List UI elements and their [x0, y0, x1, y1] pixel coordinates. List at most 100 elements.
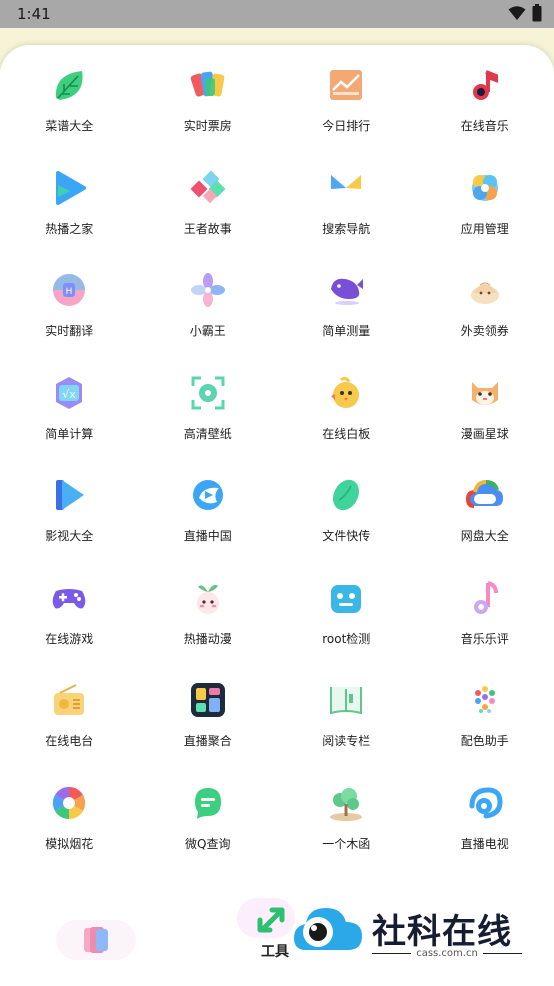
app-tile[interactable]: 简单测量	[277, 271, 416, 374]
cloud-icon	[465, 476, 504, 514]
app-tile-label: 简单计算	[45, 426, 94, 441]
app-tile[interactable]: 在线游戏	[0, 579, 139, 682]
app-tile[interactable]: 热播之家	[0, 169, 139, 272]
music-note-pink-icon	[466, 579, 504, 617]
app-tile[interactable]: 应用管理	[416, 169, 554, 272]
tools-arrows-icon[interactable]	[256, 902, 288, 936]
watermark-subtitle: cass.com.cn	[372, 948, 523, 959]
app-tile[interactable]: 网盘大全	[416, 476, 554, 579]
app-tile[interactable]: 直播聚合	[139, 681, 278, 784]
diamonds-icon	[189, 169, 227, 207]
robot-icon	[327, 579, 365, 617]
app-tile[interactable]: 高清壁纸	[139, 374, 278, 477]
watermark: 社科在线 cass.com.cn	[292, 900, 542, 970]
app-tile-label: 配色助手	[460, 734, 509, 748]
app-tile[interactable]: root检测	[277, 579, 416, 682]
app-tile[interactable]: 一个木函	[277, 784, 416, 887]
app-tile-label: 外卖领券	[460, 324, 509, 338]
cat-icon	[466, 374, 504, 412]
app-tile-label: 今日排行	[322, 119, 371, 133]
gear-flower-icon	[466, 169, 504, 207]
app-tile[interactable]: 菜谱大全	[0, 66, 139, 169]
chat-bubble-icon	[189, 784, 227, 822]
app-tile[interactable]: √x 简单计算	[0, 374, 139, 477]
palette-dots-icon	[466, 681, 504, 719]
dumpling-icon	[466, 271, 504, 309]
app-tile[interactable]: 阅读专栏	[277, 681, 416, 784]
app-tile-label: 菜谱大全	[45, 119, 94, 133]
app-tile[interactable]: 今日排行	[277, 66, 416, 169]
app-tile-label: 王者故事	[183, 221, 232, 236]
app-tile-label: 直播聚合	[183, 734, 232, 748]
status-bar: 1:41	[0, 0, 554, 28]
sqrt-calc-icon: √x	[50, 374, 88, 412]
app-tile-label: 实时翻译	[45, 324, 94, 338]
app-tile-label: 网盘大全	[460, 529, 509, 543]
app-tile[interactable]: 文件快传	[277, 476, 416, 579]
app-tile[interactable]: 直播中国	[139, 476, 278, 579]
aperture-icon	[50, 784, 88, 822]
app-tile[interactable]: 实时票房	[139, 66, 278, 169]
gamepad-icon	[50, 579, 88, 617]
app-tile-label: 音乐乐评	[460, 631, 509, 646]
svg-text:√x: √x	[62, 388, 76, 401]
app-tile[interactable]: 影视大全	[0, 476, 139, 579]
app-tile-label: 模拟烟花	[45, 836, 94, 851]
watermark-url: cass.com.cn	[416, 948, 478, 959]
app-tile[interactable]: 小霸王	[139, 271, 278, 374]
nav-home-button[interactable]	[56, 920, 136, 960]
status-icons	[508, 4, 542, 22]
app-tile-label: 漫画星球	[460, 426, 509, 441]
app-tile[interactable]: 直播电视	[416, 784, 554, 887]
app-tile[interactable]: 在线电台	[0, 681, 139, 784]
status-time: 1:41	[17, 5, 51, 23]
app-tile-label: 简单测量	[322, 324, 371, 338]
whale-icon	[327, 271, 365, 309]
cards-stack-icon	[84, 927, 108, 953]
pinwheel-icon	[189, 271, 227, 309]
swirl-icon	[466, 784, 504, 822]
blocks-icon	[189, 681, 227, 719]
app-tile[interactable]: 热播动漫	[139, 579, 278, 682]
app-tile-label: 搜索导航	[322, 221, 371, 236]
play-icon	[50, 169, 88, 207]
app-tile[interactable]: 在线白板	[277, 374, 416, 477]
tree-icon	[327, 784, 365, 822]
app-tile-label: 阅读专栏	[322, 734, 371, 748]
butterfly-icon	[327, 169, 365, 207]
app-tile-label: 一个木函	[322, 836, 371, 851]
app-tile-label: 在线音乐	[460, 119, 509, 133]
app-sheet: 菜谱大全 实时票房 今日排行 在线音乐热播之家 王者故事 搜索导航 应用管理 H 实时翻译 小霸王…	[0, 45, 554, 986]
app-tile-label: 在线游戏	[45, 631, 94, 646]
app-tile-label: 热播之家	[45, 221, 94, 236]
app-tile-label: 热播动漫	[183, 631, 232, 646]
battery-icon	[532, 4, 542, 22]
cards-icon	[189, 66, 227, 104]
app-tile-label: 在线电台	[45, 734, 94, 748]
nav-tools-label[interactable]: 工具	[261, 941, 289, 961]
watermark-title: 社科在线	[372, 912, 512, 952]
app-tile-label: 高清壁纸	[183, 426, 232, 441]
app-tile[interactable]: H 实时翻译	[0, 271, 139, 374]
radio-icon	[50, 681, 88, 719]
app-tile[interactable]: 在线音乐	[416, 66, 554, 169]
bean-icon	[327, 476, 365, 514]
app-tile[interactable]: 漫画星球	[416, 374, 554, 477]
app-tile-label: 实时票房	[183, 119, 232, 133]
app-tile[interactable]: 搜索导航	[277, 169, 416, 272]
frame-flower-icon	[189, 374, 227, 412]
app-tile[interactable]: 外卖领券	[416, 271, 554, 374]
app-tile[interactable]: 音乐乐评	[416, 579, 554, 682]
translate-icon: H	[50, 271, 88, 309]
app-tile-label: 直播中国	[183, 529, 232, 543]
app-grid: 菜谱大全 实时票房 今日排行 在线音乐热播之家 王者故事 搜索导航 应用管理 H 实时翻译 小霸王…	[0, 66, 554, 886]
app-tile[interactable]: 配色助手	[416, 681, 554, 784]
app-tile-label: 直播电视	[460, 836, 509, 851]
app-tile[interactable]: 模拟烟花	[0, 784, 139, 887]
app-tile-label: 在线白板	[322, 426, 371, 441]
wifi-icon	[508, 6, 526, 20]
app-tile[interactable]: 微Q查询	[139, 784, 278, 887]
app-tile[interactable]: 王者故事	[139, 169, 278, 272]
app-tile-label: 小霸王	[189, 324, 226, 338]
app-tile-label: 影视大全	[45, 529, 94, 543]
